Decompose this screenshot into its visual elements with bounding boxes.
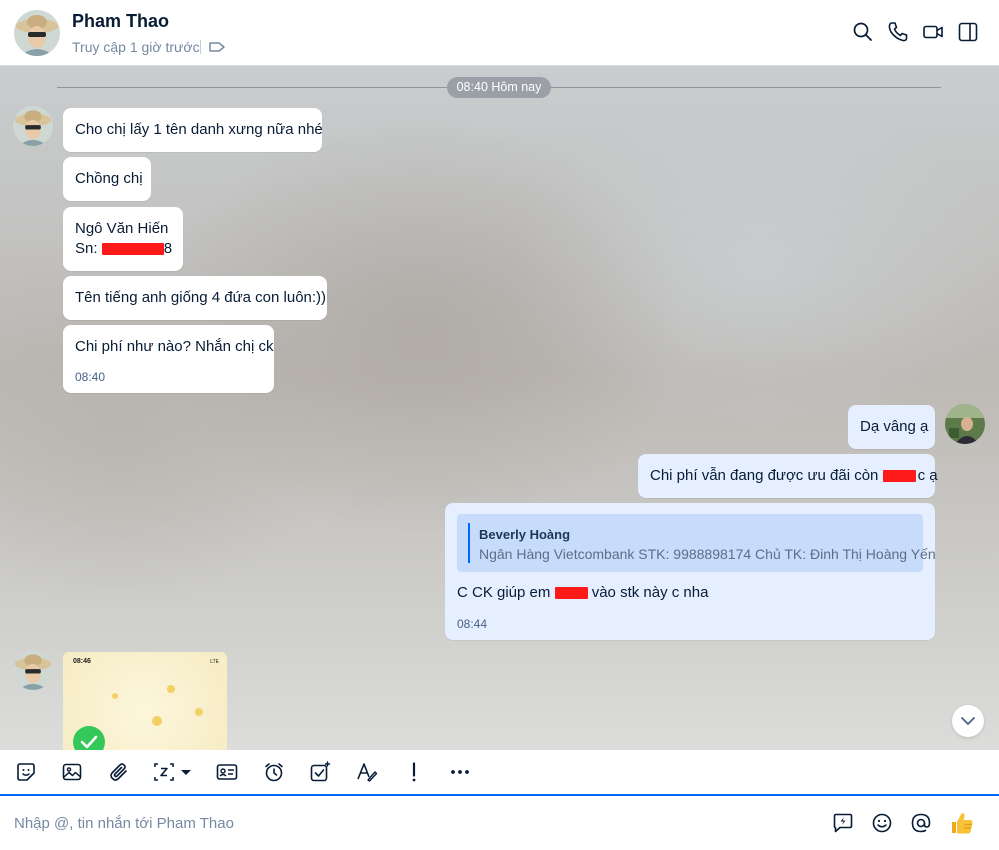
my-avatar[interactable] [945,404,985,444]
screenshot-icon[interactable] [152,760,176,784]
tag-icon[interactable] [208,38,226,56]
contact-avatar[interactable] [14,10,60,56]
coin-decoration [195,708,203,716]
last-active-status: Truy cập 1 giờ trước [72,39,200,55]
caret-down-icon[interactable] [178,760,194,784]
quoted-message[interactable]: Beverly Hoàng Ngân Hàng Vietcombank STK:… [457,514,936,572]
mention-icon[interactable] [909,811,933,835]
contact-card-icon[interactable] [215,760,239,784]
redaction-mark [882,470,916,483]
quick-message-icon[interactable] [831,811,855,835]
thumbs-up-icon[interactable] [948,809,976,837]
video-call-icon[interactable] [921,20,945,44]
incoming-message[interactable]: Chi phí như nào? Nhắn chị ck 08:40 [63,325,274,393]
search-icon[interactable] [851,20,875,44]
message-list[interactable]: 08:40 Hôm nay Cho chị lấy 1 tên danh xưn… [0,66,999,750]
coin-decoration [152,716,162,726]
message-text: Cho chị lấy 1 tên danh xưng nữa nhé [75,121,323,138]
text-format-icon[interactable] [355,760,379,784]
task-icon[interactable] [308,760,332,784]
sender-avatar[interactable] [13,106,53,146]
message-input[interactable] [14,811,794,835]
incoming-message[interactable]: Ngô Văn Hiến Sn: 8 [63,207,183,271]
side-panel-icon[interactable] [956,20,980,44]
message-text: Dạ vâng ạ [860,418,929,435]
more-icon[interactable] [448,760,472,784]
incoming-message[interactable]: Tên tiếng anh giống 4 đứa con luôn:)) [63,276,327,320]
outgoing-message[interactable]: Dạ vâng ạ [848,405,935,449]
message-time: 08:44 [457,617,488,631]
attachment-icon[interactable] [107,760,131,784]
quote-text: Ngân Hàng Vietcombank STK: 9988898174 Ch… [479,546,936,562]
message-text: c ạ [917,467,938,484]
check-icon [73,726,105,750]
quote-author: Beverly Hoàng [479,527,571,542]
message-text: Chồng chị [75,170,143,187]
redaction-mark [554,587,588,600]
chevron-down-icon [961,717,975,725]
incoming-message[interactable]: Cho chị lấy 1 tên danh xưng nữa nhé [63,108,323,152]
message-text: Tên tiếng anh giống 4 đứa con luôn:)) [75,289,327,306]
screenshot-signal: LTE [210,659,219,665]
redaction-mark [101,243,164,256]
chat-header: Pham Thao Truy cập 1 giờ trước [0,0,999,66]
phone-icon[interactable] [886,20,910,44]
status-divider [200,40,201,54]
message-text: 8 [163,240,173,257]
incoming-message[interactable]: Chồng chị [63,157,151,201]
screenshot-time: 08:46 [73,658,91,665]
quote-bar [468,523,470,563]
coin-decoration [112,693,118,699]
reminder-icon[interactable] [262,760,286,784]
message-text: C CK giúp em [457,584,555,601]
image-message[interactable]: 08:46 LTE [63,652,227,750]
composer-toolbar [0,750,999,796]
outgoing-reply-message[interactable]: Beverly Hoàng Ngân Hàng Vietcombank STK:… [445,503,936,640]
sender-avatar[interactable] [13,650,53,690]
message-text: Sn: [75,240,102,257]
contact-name[interactable]: Pham Thao [72,11,169,32]
date-divider: 08:40 Hôm nay [447,77,551,98]
scroll-to-bottom-button[interactable] [952,705,984,737]
message-time: 08:40 [75,370,106,384]
message-composer [0,797,999,850]
message-text: Chi phí như nào? Nhắn chị ck [75,338,274,355]
message-body: C CK giúp em vào stk này c nha [457,583,708,603]
image-icon[interactable] [60,760,84,784]
message-text: Ngô Văn Hiến [75,220,169,237]
sticker-icon[interactable] [14,760,38,784]
message-text: Chi phí vẫn đang được ưu đãi còn [650,467,883,484]
outgoing-message[interactable]: Chi phí vẫn đang được ưu đãi còn c ạ [638,454,938,498]
message-text: vào stk này c nha [587,584,709,601]
urgent-icon[interactable] [402,760,426,784]
emoji-icon[interactable] [870,811,894,835]
coin-decoration [167,685,175,693]
